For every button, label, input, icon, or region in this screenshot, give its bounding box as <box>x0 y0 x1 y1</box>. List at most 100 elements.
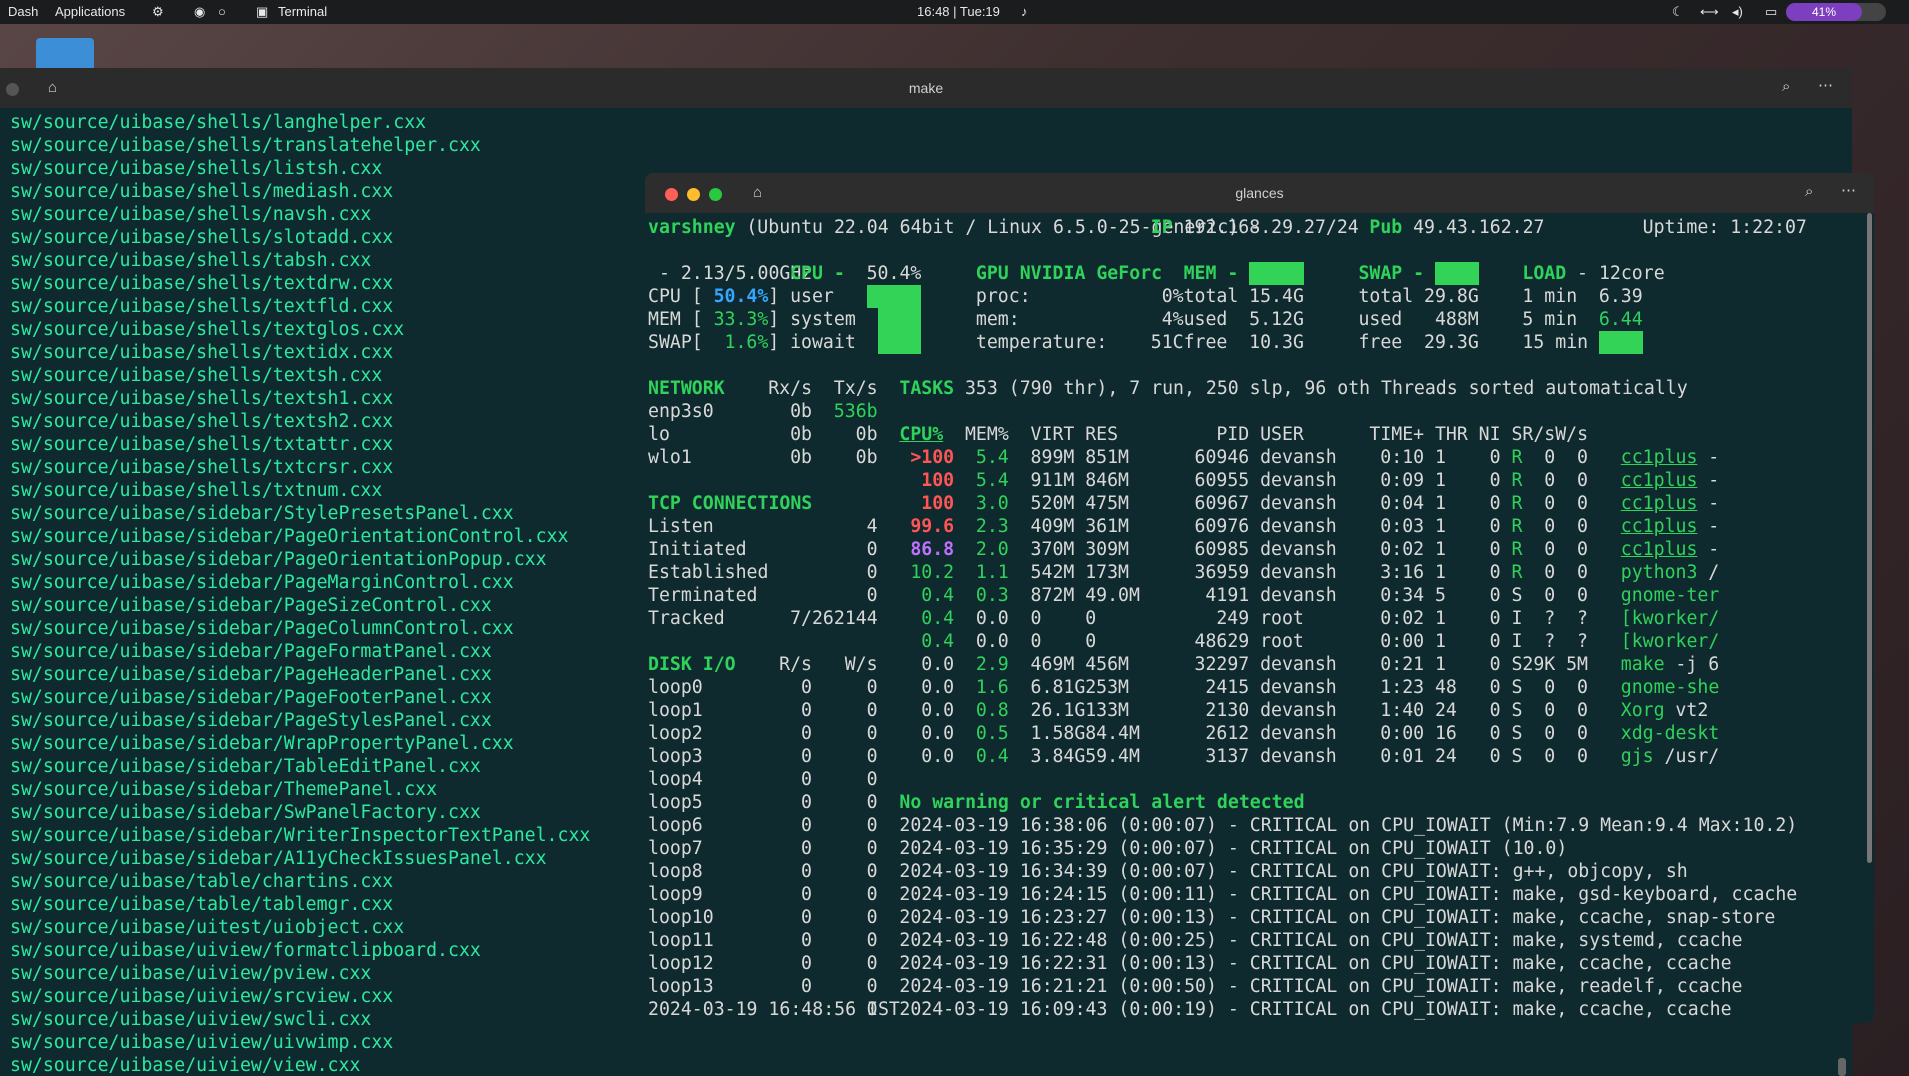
search-icon[interactable]: ⌕ <box>1805 183 1813 200</box>
terminal-app-icon: ▣ <box>256 4 269 19</box>
datetime-value: 0 <box>866 999 878 1020</box>
process-column-header: S <box>1511 424 1523 445</box>
disk-name: loop6 <box>648 815 703 836</box>
volume-icon[interactable]: ◂) <box>1732 4 1743 20</box>
swap-used-value: 488M <box>1434 309 1479 330</box>
swap-used-label: used <box>1358 309 1403 330</box>
battery-percent: 41% <box>1786 3 1862 21</box>
gpu-temp-label: temperature: <box>975 332 1108 353</box>
process-threads: 1 <box>1434 447 1446 468</box>
process-nice: 0 <box>1489 470 1501 491</box>
process-res: 361M <box>1085 516 1129 537</box>
process-res: 475M <box>1085 493 1129 514</box>
output-line: sw/source/uibase/sidebar/PageMarginContr… <box>10 572 514 593</box>
process-state: R <box>1511 516 1523 537</box>
quicklook-mem-label: MEM <box>648 309 681 330</box>
process-state: R <box>1511 493 1523 514</box>
output-line: sw/source/uibase/table/tablemgr.cxx <box>10 894 394 915</box>
process-res: 456M <box>1085 654 1129 675</box>
clock[interactable]: 16:48 | Tue:19 <box>917 4 1000 19</box>
cpu-frequency: - 2.13/5.00GHz <box>648 263 813 284</box>
process-state: S <box>1511 585 1523 606</box>
disk-write: 0 <box>866 838 878 859</box>
disk-read: 0 <box>801 792 812 813</box>
process-time: 0:09 <box>1380 470 1425 491</box>
network-icon[interactable]: ⟷ <box>1700 4 1719 20</box>
process-mem: 2.9 <box>975 654 1009 675</box>
process-nice: 0 <box>1489 723 1501 744</box>
process-user: devansh <box>1260 562 1337 583</box>
ubuntu-icon[interactable]: ⚙ <box>152 4 164 20</box>
disk-write: 0 <box>866 700 878 721</box>
process-args: - <box>1697 493 1720 514</box>
search-icon[interactable]: ⌕ <box>1782 78 1790 95</box>
disk-read: 0 <box>801 976 812 997</box>
make-titlebar[interactable]: ⌂ make ⌕ ⋯ <box>0 68 1852 108</box>
battery-icon[interactable]: ▭ <box>1765 4 1777 20</box>
tasks-summary: 353 (790 thr), 7 run, 250 slp, 96 oth Th… <box>964 378 1688 399</box>
glances-terminal-window[interactable]: ⌂ glances ⌕ ⋯ varshney (Ubuntu 22.04 64bi… <box>645 173 1874 1023</box>
process-rs: ? <box>1544 631 1556 652</box>
cpu-title: CPU - <box>790 263 845 284</box>
process-res: 0 <box>1085 608 1097 629</box>
mem-percent: 33.2% <box>1249 262 1304 285</box>
process-time: 3:16 <box>1380 562 1425 583</box>
disk-name: loop13 <box>648 976 714 997</box>
disk-read: 0 <box>801 700 812 721</box>
process-ws: 0 <box>1577 746 1588 767</box>
gpu-mem-value: 4% <box>1161 309 1184 330</box>
notification-icon[interactable]: ♪ <box>1021 4 1028 19</box>
process-ws: 0 <box>1577 585 1588 606</box>
process-threads: 1 <box>1434 539 1446 560</box>
cpu-iowait-label: iowait <box>790 332 856 353</box>
process-res: 84.4M <box>1085 723 1140 744</box>
dash-menu[interactable]: Dash <box>8 4 38 19</box>
process-ws: ? <box>1577 608 1588 629</box>
process-virt: 26.1G <box>1030 700 1086 721</box>
cpu-system-value: 3.7% <box>877 308 922 331</box>
process-threads: 1 <box>1434 631 1446 652</box>
scrollbar[interactable] <box>1867 213 1872 863</box>
output-line: sw/source/uibase/sidebar/StylePresetsPan… <box>10 503 514 524</box>
menu-icon[interactable]: ⋯ <box>1818 76 1833 94</box>
output-line: sw/source/uibase/shells/textdrw.cxx <box>10 273 394 294</box>
process-column-header: TIME+ <box>1369 424 1425 445</box>
load-15min-value: 6.39 <box>1598 331 1643 354</box>
glances-titlebar[interactable]: ⌂ glances ⌕ ⋯ <box>645 173 1874 213</box>
process-virt: 409M <box>1030 516 1075 537</box>
scrollbar[interactable] <box>1838 1058 1846 1076</box>
process-args: - <box>1697 447 1720 468</box>
public-ip: 49.43.162.27 <box>1413 217 1545 238</box>
process-mem: 0.5 <box>975 723 1009 744</box>
disk-write: 0 <box>866 884 878 905</box>
workspace-2-icon[interactable]: ○ <box>218 4 226 19</box>
menu-icon[interactable]: ⋯ <box>1841 181 1856 199</box>
process-pid: 2415 <box>1205 677 1250 698</box>
process-nice: 0 <box>1489 585 1501 606</box>
process-res: 253M <box>1085 677 1129 698</box>
disk-name: loop11 <box>648 930 714 951</box>
output-line: sw/source/uibase/shells/textsh.cxx <box>10 365 383 386</box>
process-res: 49.0M <box>1085 585 1140 606</box>
night-light-icon[interactable]: ☾ <box>1672 4 1684 20</box>
output-line: sw/source/uibase/shells/txtattr.cxx <box>10 434 394 455</box>
process-nice: 0 <box>1489 677 1501 698</box>
disk-read: 0 <box>801 953 812 974</box>
quicklook-swap-value: 1.6% <box>724 332 769 353</box>
network-rx-header: Rx/s <box>768 378 813 399</box>
process-column-header: RES <box>1085 424 1119 445</box>
output-line: sw/source/uibase/uitest/uiobject.cxx <box>10 917 405 938</box>
process-time: 0:34 <box>1380 585 1425 606</box>
applications-menu[interactable]: Applications <box>55 4 125 19</box>
process-res: 309M <box>1085 539 1129 560</box>
folder-icon[interactable] <box>36 38 94 68</box>
window-title: glances <box>1235 185 1284 201</box>
gpu-temp-value: 51C <box>1150 332 1184 353</box>
workspace-1-icon[interactable]: ◉ <box>194 4 205 20</box>
disk-name: loop3 <box>648 746 703 767</box>
active-app-label[interactable]: Terminal <box>278 4 327 19</box>
process-args: - <box>1697 539 1720 560</box>
alert-entry: 2024-03-19 16:38:06 (0:00:07) - CRITICAL… <box>899 815 1798 836</box>
process-cpu: 0.0 <box>921 746 955 767</box>
process-nice: 0 <box>1489 447 1501 468</box>
